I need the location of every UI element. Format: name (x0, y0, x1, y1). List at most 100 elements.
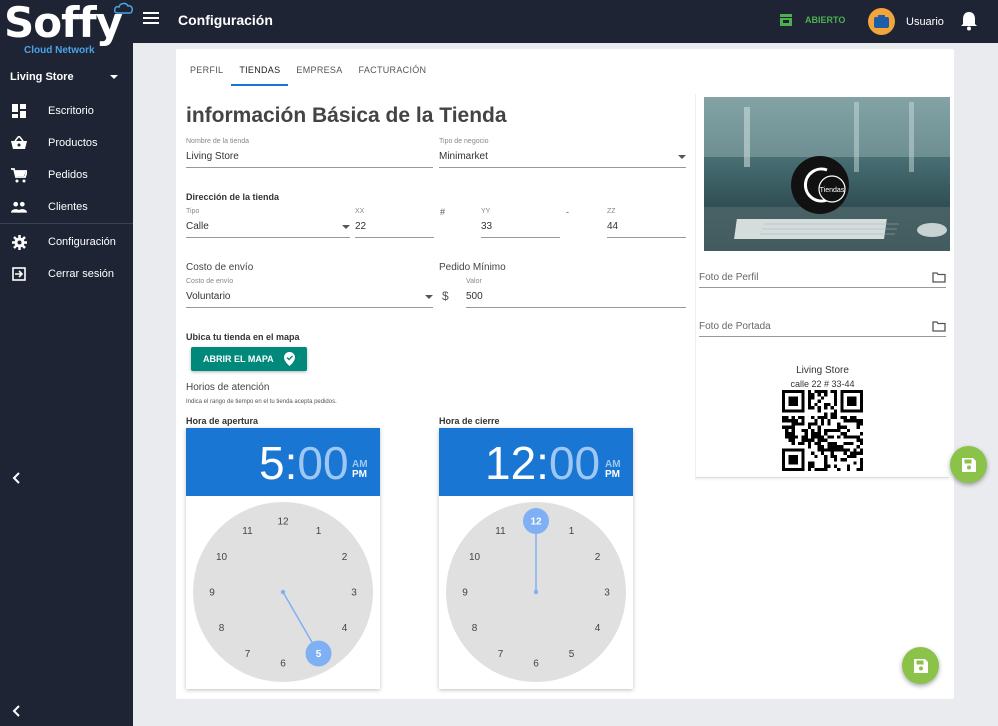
field-value: Living Store (186, 151, 239, 162)
business-type-select[interactable]: Tipo de negocio Minimarket (439, 138, 686, 168)
sidebar-item-label: Productos (48, 137, 98, 149)
address-yy-field[interactable]: YY 33 (481, 208, 560, 238)
store-preview-panel: Tiendas Foto de Perfil Foto de Portada L… (696, 92, 950, 478)
sidebar-item-productos[interactable]: Productos (0, 129, 133, 157)
clock-number[interactable]: 3 (604, 588, 610, 599)
clock-number[interactable]: 6 (280, 659, 286, 670)
cover-photo-field[interactable]: Foto de Portada (699, 317, 946, 337)
time-display[interactable]: 5:00 (259, 436, 349, 490)
clock-number[interactable]: 7 (498, 649, 504, 660)
open-map-button[interactable]: ABRIR EL MAPA (191, 347, 307, 371)
clock-number[interactable]: 2 (342, 552, 348, 563)
map-title: Ubica tu tienda en el mapa (186, 332, 300, 342)
store-selector-label: Living Store (10, 71, 74, 83)
clock-number[interactable]: 1 (316, 526, 322, 537)
sidebar-item-label: Clientes (48, 201, 88, 213)
min-order-input[interactable]: 500 (466, 291, 686, 308)
clock-number[interactable]: 1 (569, 526, 575, 537)
close-time-picker[interactable]: 12:00 AM PM 12 1 2 3 4 5 6 7 8 9 10 11 (439, 428, 633, 689)
open-time-picker[interactable]: 5:00 AM PM 12 1 2 3 4 5 6 7 8 9 10 11 (186, 428, 380, 689)
time-display[interactable]: 12:00 (485, 436, 600, 490)
folder-icon[interactable] (932, 321, 946, 332)
store-selector[interactable]: Living Store (10, 71, 118, 83)
address-xx-field[interactable]: XX 22 (355, 208, 434, 238)
address-xx-input[interactable]: 22 (355, 221, 434, 238)
sidebar-divider (0, 223, 133, 224)
chevron-left-icon[interactable] (11, 471, 21, 489)
clock-number[interactable]: 5 (316, 649, 322, 660)
shipping-select[interactable]: Costo de envío Voluntario (186, 278, 433, 308)
people-icon (11, 199, 27, 215)
sidebar-item-pedidos[interactable]: Pedidos (0, 161, 133, 189)
field-label: Costo de envío (186, 278, 234, 285)
address-type-value[interactable]: Calle (186, 221, 350, 238)
clock-number[interactable]: 8 (472, 623, 478, 634)
clock-number[interactable]: 10 (469, 552, 481, 563)
business-type-value[interactable]: Minimarket (439, 151, 686, 168)
currency-symbol: $ (442, 289, 449, 303)
user-menu[interactable]: Usuario (868, 8, 944, 35)
qr-code (782, 390, 863, 471)
store-icon (780, 14, 792, 26)
ampm-toggle[interactable]: AM PM (605, 460, 621, 480)
clock-number[interactable]: 5 (569, 649, 575, 660)
field-value: Voluntario (186, 291, 231, 302)
basket-icon (11, 135, 27, 151)
section-title: información Básica de la Tienda (186, 104, 507, 127)
clock-number[interactable]: 9 (462, 588, 468, 599)
tab-tiendas[interactable]: TIENDAS (231, 61, 289, 86)
address-zz-input[interactable]: 44 (607, 221, 686, 238)
pm-option[interactable]: PM (352, 470, 368, 480)
clock-number[interactable]: 11 (242, 526, 253, 537)
pm-option[interactable]: PM (605, 470, 621, 480)
clock-number[interactable]: 2 (595, 552, 601, 563)
sidebar-item-configuracion[interactable]: Configuración (0, 228, 133, 256)
sidebar-item-clientes[interactable]: Clientes (0, 193, 133, 221)
hours-title: Horios de atención (186, 382, 270, 393)
save-button[interactable] (902, 647, 939, 684)
clock-number[interactable]: 7 (245, 649, 251, 660)
store-name-input[interactable]: Living Store (186, 151, 433, 168)
clock-number[interactable]: 10 (216, 552, 228, 563)
store-status: ABIERTO (779, 14, 845, 26)
profile-photo-field[interactable]: Foto de Perfil (699, 268, 946, 288)
clock-number[interactable]: 8 (219, 623, 225, 634)
clock-number[interactable]: 12 (277, 517, 289, 528)
bell-icon[interactable] (960, 11, 978, 36)
minute-value[interactable]: 00 (549, 437, 600, 489)
min-order-field[interactable]: Valor 500 (466, 278, 686, 308)
tab-empresa[interactable]: EMPRESA (288, 61, 350, 86)
clock-number[interactable]: 11 (495, 526, 506, 537)
clock-number[interactable]: 12 (530, 517, 542, 528)
ampm-toggle[interactable]: AM PM (352, 460, 368, 480)
sidebar-item-escritorio[interactable]: Escritorio (0, 97, 133, 125)
minute-value[interactable]: 00 (297, 437, 348, 489)
store-name-field[interactable]: Nombre de la tienda Living Store (186, 138, 433, 168)
picker-header: 12:00 AM PM (439, 428, 633, 496)
page-title: Configuración (178, 12, 273, 28)
tab-perfil[interactable]: PERFIL (182, 61, 231, 86)
clock-face[interactable]: 121234567891011 (446, 502, 626, 682)
address-yy-input[interactable]: 33 (481, 221, 560, 238)
shipping-value[interactable]: Voluntario (186, 291, 433, 308)
clock-face[interactable]: 121234567891011 (193, 502, 373, 682)
tab-facturacion[interactable]: FACTURACIÓN (351, 61, 435, 86)
chevron-left-icon[interactable] (11, 704, 21, 722)
clock-center (280, 589, 286, 595)
address-zz-field[interactable]: ZZ 44 (607, 208, 686, 238)
hour-value[interactable]: 12 (485, 437, 536, 489)
clock-number[interactable]: 3 (351, 588, 357, 599)
user-name: Usuario (906, 15, 944, 28)
folder-icon[interactable] (932, 272, 946, 283)
sidebar-item-cerrar-sesion[interactable]: Cerrar sesión (0, 260, 133, 288)
address-type-select[interactable]: Tipo Calle (186, 208, 350, 238)
field-label: ZZ (607, 208, 616, 215)
clock-number[interactable]: 4 (342, 623, 348, 634)
save-button[interactable] (950, 446, 987, 483)
hour-value[interactable]: 5 (259, 437, 285, 489)
menu-icon[interactable] (143, 12, 159, 28)
clock-number[interactable]: 9 (209, 588, 215, 599)
clock-number[interactable]: 4 (595, 623, 601, 634)
sidebar: Living Store Escritorio Productos Pedido… (0, 43, 133, 726)
clock-number[interactable]: 6 (533, 659, 539, 670)
